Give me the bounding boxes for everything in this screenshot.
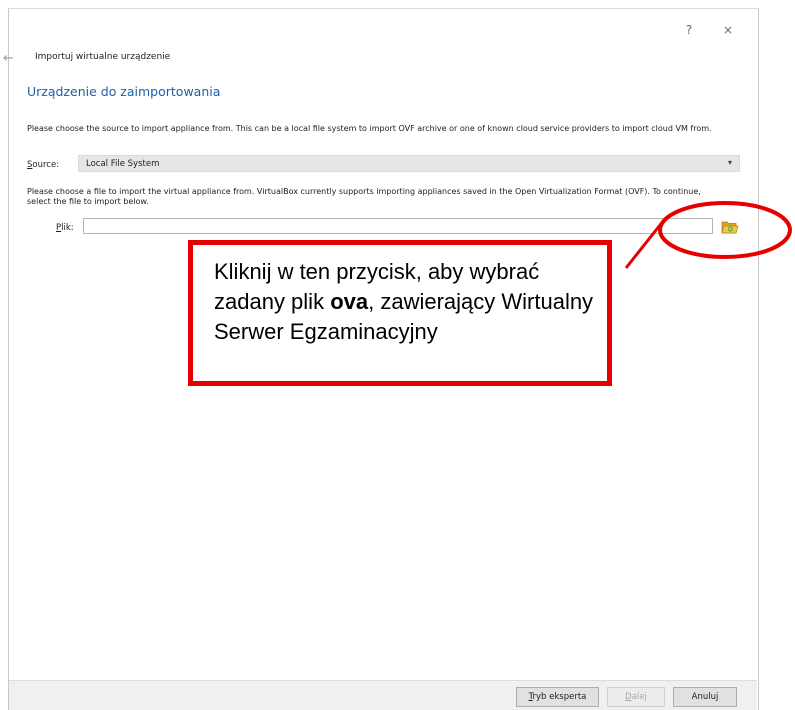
annotation-text: Kliknij w ten przycisk, aby wybrać zadan… — [214, 259, 594, 344]
annotation-callout: Kliknij w ten przycisk, aby wybrać zadan… — [188, 240, 612, 386]
callout-pointer-line — [624, 219, 666, 269]
highlight-ellipse — [658, 201, 792, 259]
